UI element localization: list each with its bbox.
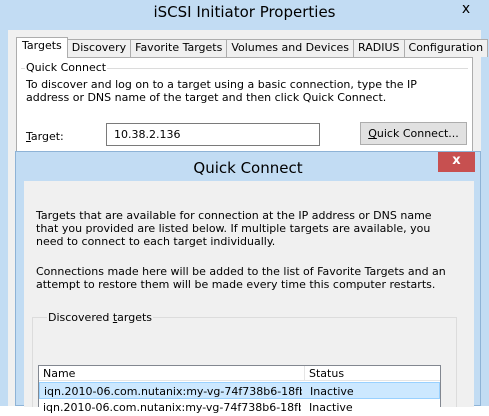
table-row[interactable]: iqn.2010-06.com.nutanix:my-vg-74f738b6-1…: [39, 382, 440, 399]
quick-connect-description: To discover and log on to a target using…: [26, 78, 417, 104]
column-header-status[interactable]: Status: [309, 367, 344, 380]
dialog-paragraph-targets: Targets that are available for connectio…: [36, 209, 432, 248]
tab-radius[interactable]: RADIUS: [354, 39, 405, 57]
target-input[interactable]: 10.38.2.136: [106, 123, 320, 146]
discovered-label-prefix: Discovered: [48, 311, 113, 324]
target-status-cell: Inactive: [309, 401, 353, 414]
quick-connect-group-title: Quick Connect: [25, 61, 108, 74]
quick-connect-button-label: uick Connect...: [376, 127, 459, 140]
target-name-cell: iqn.2010-06.com.nutanix:my-vg-74f738b6-1…: [43, 401, 301, 414]
tab-strip: Targets Discovery Favorite Targets Volum…: [16, 37, 489, 58]
target-status-cell: Inactive: [310, 385, 354, 398]
dialog-close-icon[interactable]: x: [438, 152, 475, 172]
dialog-title: Quick Connect: [193, 159, 303, 177]
discovered-targets-list[interactable]: Name Status iqn.2010-06.com.nutanix:my-v…: [38, 365, 441, 414]
quick-connect-dialog: Quick Connect x Targets that are availab…: [15, 151, 481, 414]
list-header: Name Status: [39, 366, 440, 381]
column-separator[interactable]: [304, 366, 305, 381]
quick-connect-button-accel: Q: [368, 127, 377, 140]
close-icon[interactable]: x: [451, 0, 481, 20]
discovered-targets-label: Discovered targets: [47, 311, 154, 324]
target-name-cell: iqn.2010-06.com.nutanix:my-vg-74f738b6-1…: [44, 385, 302, 398]
dialog-body: Targets that are available for connectio…: [24, 181, 474, 414]
title-bar[interactable]: iSCSI Initiator Properties x: [0, 0, 489, 30]
table-row[interactable]: iqn.2010-06.com.nutanix:my-vg-74f738b6-1…: [39, 399, 440, 416]
discovered-label-rest: argets: [117, 311, 153, 324]
target-label-text: arget:: [30, 130, 64, 143]
dialog-paragraph-connections: Connections made here will be added to t…: [36, 265, 446, 291]
target-label: Target:: [26, 130, 64, 143]
tab-configuration[interactable]: Configuration: [404, 39, 489, 57]
tab-targets[interactable]: Targets: [16, 37, 68, 58]
tab-favorite-targets[interactable]: Favorite Targets: [131, 39, 228, 57]
column-header-name[interactable]: Name: [43, 367, 75, 380]
iscsi-initiator-window: iSCSI Initiator Properties x Targets Dis…: [0, 0, 489, 414]
tab-volumes-and-devices[interactable]: Volumes and Devices: [227, 39, 355, 57]
quick-connect-button[interactable]: Quick Connect...: [360, 122, 467, 145]
window-title: iSCSI Initiator Properties: [153, 3, 336, 21]
tab-discovery[interactable]: Discovery: [67, 39, 132, 57]
